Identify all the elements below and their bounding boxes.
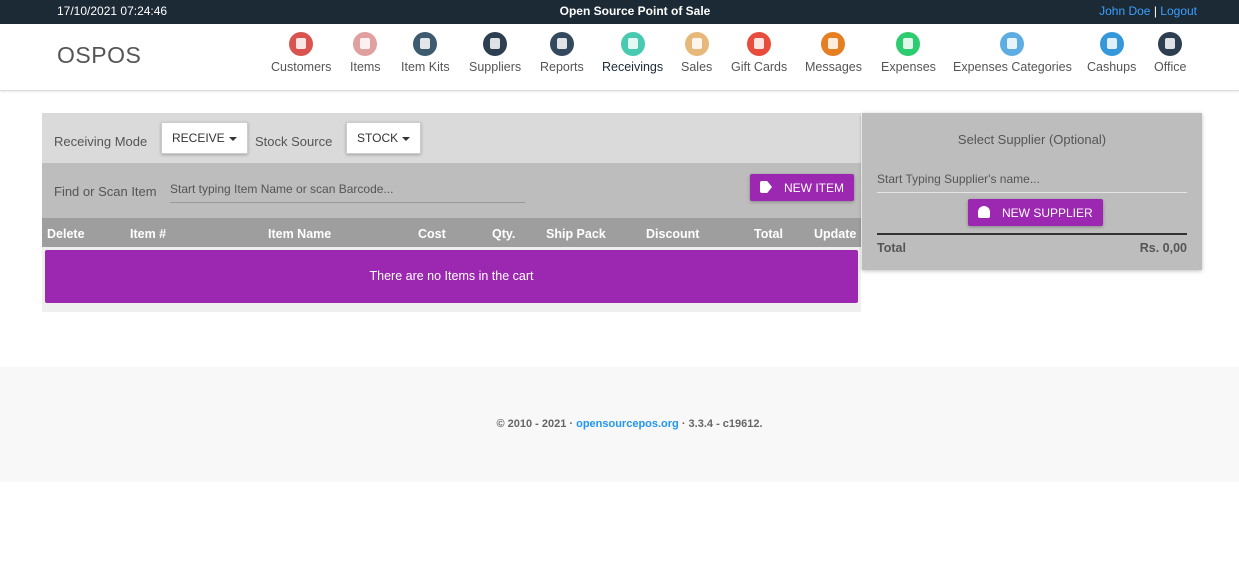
nav-sales[interactable]: Sales (681, 32, 712, 74)
receiving-mode-value: RECEIVE (172, 131, 225, 145)
nav-suppliers[interactable]: Suppliers (469, 32, 521, 74)
receiving-mode-dropdown[interactable]: RECEIVE (161, 122, 248, 154)
nav-label: Cashups (1087, 60, 1137, 74)
cashups-icon (1099, 32, 1124, 56)
footer: © 2010 - 2021 · opensourcepos.org · 3.3.… (0, 367, 1239, 482)
col-update: Update (814, 227, 857, 241)
caret-down-icon (228, 136, 237, 141)
user-box: John Doe | Logout (1099, 4, 1197, 18)
new-supplier-label: NEW SUPPLIER (1002, 206, 1093, 220)
item-search-input[interactable] (170, 175, 525, 203)
nav-label: Sales (681, 60, 713, 74)
new-supplier-button[interactable]: NEW SUPPLIER (968, 199, 1103, 226)
nav-label: Expenses Categories (953, 60, 1072, 74)
top-bar: 17/10/2021 07:24:46 Open Source Point of… (0, 0, 1239, 24)
col-cost: Cost (418, 227, 446, 241)
nav-items[interactable]: Items (350, 32, 381, 74)
nav-receivings[interactable]: Receivings (602, 32, 663, 74)
main-navbar: OSPOS Customers Items Item Kits Supplier… (0, 24, 1239, 91)
user-link[interactable]: John Doe (1099, 4, 1150, 18)
find-scan-label: Find or Scan Item (54, 184, 157, 199)
nav-label: Items (350, 60, 381, 74)
nav-label: Messages (805, 60, 862, 74)
footer-link[interactable]: opensourcepos.org (576, 418, 679, 430)
nav-reports[interactable]: Reports (540, 32, 584, 74)
customers-icon (289, 32, 314, 56)
nav-expenses[interactable]: Expenses (881, 32, 936, 74)
nav-customers[interactable]: Customers (271, 32, 331, 74)
item-kits-icon (413, 32, 438, 56)
col-ship-pack: Ship Pack (546, 227, 606, 241)
app-title: Open Source Point of Sale (559, 4, 711, 18)
total-value: Rs. 0,00 (1139, 241, 1187, 255)
caret-down-icon (402, 136, 411, 141)
footer-suffix: · 3.3.4 - c19612. (678, 418, 763, 430)
nav-office[interactable]: Office (1154, 32, 1186, 74)
total-row: Total Rs. 0,00 (877, 233, 1187, 255)
receiving-mode-label: Receiving Mode (54, 134, 148, 149)
nav-messages[interactable]: Messages (805, 32, 862, 74)
new-item-label: NEW ITEM (784, 181, 844, 195)
col-total: Total (754, 227, 783, 241)
nav-label: Gift Cards (731, 60, 788, 74)
messages-icon (821, 32, 846, 56)
user-icon (978, 206, 990, 218)
nav-label: Receivings (602, 60, 664, 74)
new-item-button[interactable]: NEW ITEM (750, 174, 854, 201)
nav-label: Suppliers (469, 60, 522, 74)
col-qty: Qty. (492, 227, 516, 241)
footer-prefix: © 2010 - 2021 · (496, 418, 577, 430)
stock-source-dropdown[interactable]: STOCK (346, 122, 422, 154)
brand-logo[interactable]: OSPOS (57, 42, 141, 69)
nav-label: Expenses (881, 60, 936, 74)
suppliers-icon (483, 32, 508, 56)
supplier-panel: Select Supplier (Optional) NEW SUPPLIER … (862, 113, 1202, 270)
nav-cashups[interactable]: Cashups (1087, 32, 1136, 74)
receivings-icon (620, 32, 645, 56)
expenses-categories-icon (1000, 32, 1025, 56)
nav-label: Customers (271, 60, 332, 74)
supplier-title: Select Supplier (Optional) (957, 132, 1107, 147)
nav-label: Item Kits (401, 60, 450, 74)
nav-label: Reports (540, 60, 584, 74)
nav-item-kits[interactable]: Item Kits (401, 32, 450, 74)
col-item-name: Item Name (268, 227, 332, 241)
stock-source-value: STOCK (357, 131, 399, 145)
office-icon (1158, 32, 1183, 56)
total-label: Total (877, 241, 906, 255)
sales-icon (684, 32, 709, 56)
reports-icon (549, 32, 574, 56)
col-delete: Delete (47, 227, 85, 241)
register-panel: Receiving Mode RECEIVE Stock Source STOC… (42, 113, 861, 312)
supplier-search-input[interactable] (877, 165, 1187, 193)
gift-cards-icon (747, 32, 772, 56)
user-separator: | (1153, 4, 1157, 18)
col-discount: Discount (646, 227, 700, 241)
mode-row: Receiving Mode RECEIVE Stock Source STOC… (42, 113, 861, 163)
nav-expenses-categories[interactable]: Expenses Categories (953, 32, 1072, 74)
items-icon (353, 32, 378, 56)
scan-row: Find or Scan Item NEW ITEM (42, 163, 861, 220)
empty-cart-message: There are no Items in the cart (45, 250, 858, 303)
footer-text: © 2010 - 2021 · opensourcepos.org · 3.3.… (0, 418, 1239, 430)
col-item-number: Item # (130, 227, 167, 241)
expenses-icon (896, 32, 921, 56)
logout-link[interactable]: Logout (1160, 4, 1197, 18)
nav-label: Office (1154, 60, 1187, 74)
stock-source-label: Stock Source (255, 134, 333, 149)
nav-gift-cards[interactable]: Gift Cards (731, 32, 787, 74)
cart-table-header: Delete Item # Item Name Cost Qty. Ship P… (42, 218, 861, 247)
tag-icon (760, 181, 772, 193)
